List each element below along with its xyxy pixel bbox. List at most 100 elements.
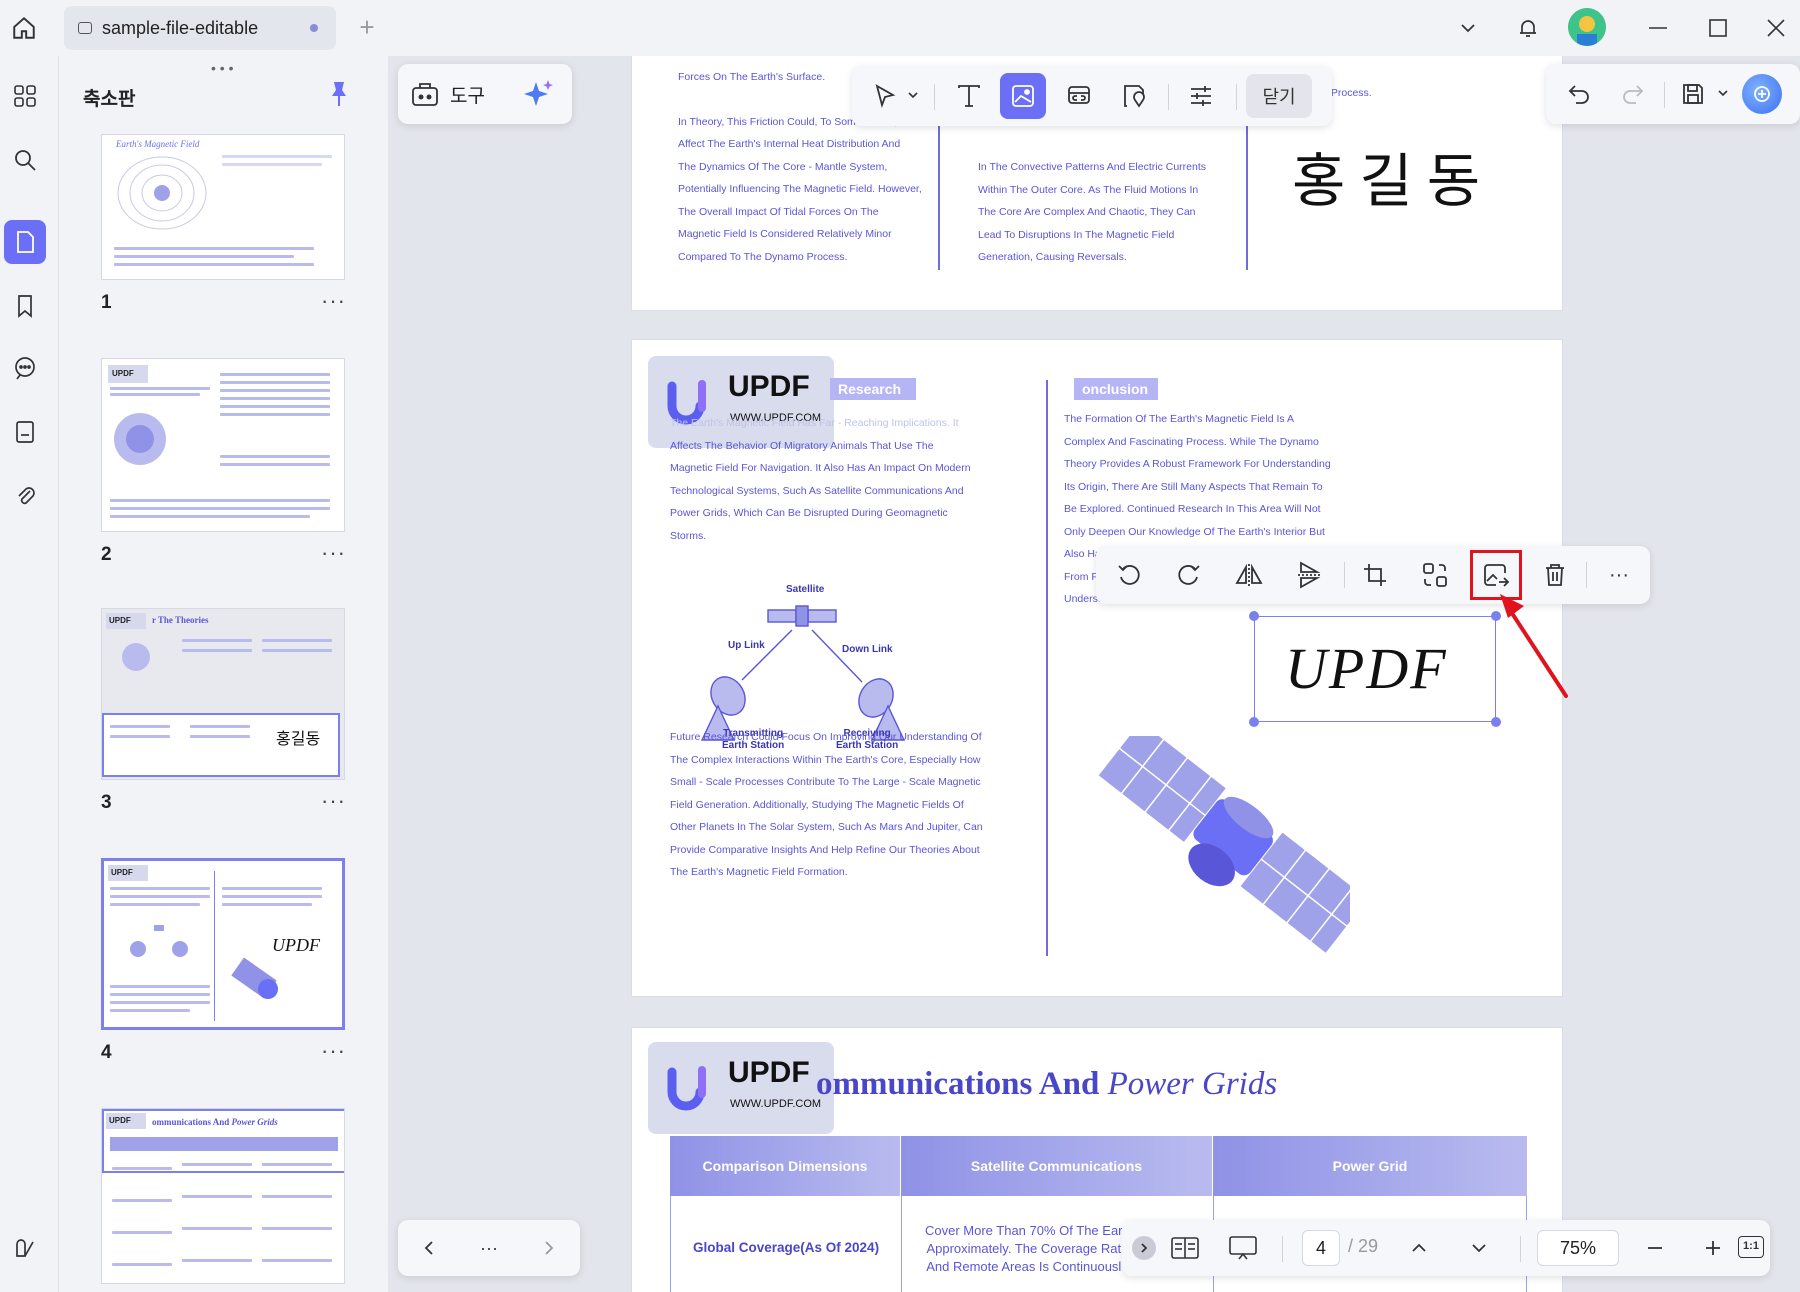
layers-icon[interactable] — [4, 1226, 46, 1270]
satellite-illustration — [1095, 736, 1350, 956]
bookmark-icon[interactable] — [4, 284, 46, 328]
extract-image-icon — [1484, 564, 1510, 587]
chevron-down-icon[interactable] — [906, 88, 920, 107]
thumbnail-more-button[interactable]: ··· — [321, 788, 346, 814]
flip-horizontal-icon[interactable] — [1226, 552, 1272, 598]
more-pages-icon[interactable]: ··· — [466, 1225, 512, 1271]
document-area: Forces On The Earth's Surface. In Theory… — [390, 56, 1800, 1292]
thumbnail-number: 2 — [101, 544, 112, 565]
text-tool-icon[interactable] — [946, 73, 992, 119]
table-cell-text: Cover More Than 70% Of The Ear Approxima… — [925, 1223, 1123, 1274]
settings-sliders-icon[interactable] — [1178, 73, 1224, 119]
bottom-status-bar: 4 / 29 75% 1:1 — [1122, 1220, 1770, 1276]
resize-handle-icon[interactable]: • • • — [211, 60, 233, 76]
page-thumbnail-2[interactable]: UPDF — [101, 358, 345, 532]
page-nav-bar: ··· — [398, 1220, 580, 1276]
chevron-down-icon[interactable] — [1452, 12, 1484, 44]
handwritten-signature-korean: 홍길동 — [1292, 147, 1495, 215]
resize-handle[interactable] — [1249, 717, 1259, 727]
page-layout-icon[interactable] — [1162, 1225, 1208, 1271]
zoom-level[interactable]: 75% — [1537, 1230, 1619, 1266]
updf-logo: UPDF WWW.UPDF.COM — [648, 1042, 834, 1134]
select-pointer-icon[interactable] — [862, 73, 908, 119]
attachment-icon[interactable] — [4, 474, 46, 518]
search-icon[interactable] — [4, 138, 46, 182]
current-page-input[interactable]: 4 — [1302, 1230, 1340, 1266]
page4-left-para2: Future Research Could Focus On Improving… — [670, 731, 983, 878]
link-tool-icon[interactable] — [1056, 73, 1102, 119]
resize-handle[interactable] — [1491, 717, 1501, 727]
thumbnail-panel: • • • 축소판 Earth's Magnetic Field 1 ··· U… — [58, 56, 388, 1292]
page-thumbnail-3[interactable]: UPDF r The Theories 홍길동 — [101, 608, 345, 780]
home-icon[interactable] — [6, 10, 42, 46]
page-thumbnail-4[interactable]: UPDF UPDF — [101, 858, 345, 1030]
diagram-label-uplink: Up Link — [728, 640, 765, 651]
replace-image-icon[interactable] — [1412, 552, 1458, 598]
ai-assistant-icon[interactable] — [1742, 74, 1782, 114]
resize-handle[interactable] — [1249, 611, 1259, 621]
chevron-down-icon[interactable] — [1716, 86, 1730, 105]
prev-page-icon[interactable] — [406, 1225, 452, 1271]
total-pages: / 29 — [1348, 1236, 1379, 1256]
new-tab-button[interactable]: + — [352, 10, 382, 44]
thumbnail-number: 4 — [101, 1042, 112, 1063]
selected-signature-image[interactable]: UPDF — [1249, 611, 1501, 727]
crop-icon[interactable] — [1352, 552, 1398, 598]
next-page-icon[interactable] — [526, 1225, 572, 1271]
pin-icon[interactable] — [327, 80, 351, 113]
section-heading: ommunications And Power Grids — [816, 1066, 1278, 1102]
next-page-down-icon[interactable] — [1456, 1225, 1502, 1271]
previous-page-up-icon[interactable] — [1396, 1225, 1442, 1271]
unsaved-dot-icon — [310, 24, 318, 32]
table-cell-label: Global Coverage(As Of 2024) — [693, 1240, 880, 1255]
comment-icon[interactable] — [4, 346, 46, 390]
page3-col2: In The Convective Patterns And Electric … — [978, 161, 1206, 263]
rotate-left-icon[interactable] — [1106, 552, 1152, 598]
maximize-icon[interactable] — [1700, 10, 1736, 46]
redo-icon[interactable] — [1610, 71, 1656, 117]
close-icon[interactable] — [1758, 10, 1794, 46]
form-icon[interactable] — [4, 410, 46, 454]
save-icon[interactable] — [1670, 71, 1716, 117]
table-header-cell: Satellite Communications — [901, 1136, 1212, 1196]
pdf-page-4: UPDF WWW.UPDF.COM Research The Earth's M… — [632, 340, 1562, 996]
zoom-in-icon[interactable] — [1690, 1225, 1736, 1271]
thumbnail-number: 3 — [101, 792, 112, 813]
undo-icon[interactable] — [1556, 71, 1602, 117]
tools-label: 도구 — [450, 85, 485, 107]
image-tool-icon[interactable] — [1000, 73, 1046, 119]
conclusion-heading: onclusion — [1074, 378, 1158, 400]
document-tab[interactable]: sample-file-editable — [64, 6, 336, 50]
avatar[interactable] — [1568, 8, 1606, 46]
actual-size-button[interactable]: 1:1 — [1738, 1236, 1764, 1258]
history-toolbar — [1546, 64, 1800, 124]
thumbnail-more-button[interactable]: ··· — [321, 1038, 346, 1064]
ai-sparkle-icon[interactable] — [522, 78, 554, 115]
bell-icon[interactable] — [1510, 10, 1546, 46]
minimize-icon[interactable] — [1640, 10, 1676, 46]
more-options-icon[interactable]: ··· — [1596, 552, 1642, 598]
flip-vertical-icon[interactable] — [1286, 552, 1332, 598]
diagram-label-satellite: Satellite — [786, 584, 825, 595]
page-thumbnail-1[interactable]: Earth's Magnetic Field — [101, 134, 345, 280]
expand-bar-icon[interactable] — [1132, 1236, 1156, 1260]
tools-button[interactable]: 도구 — [410, 74, 485, 114]
edit-toolbar: 닫기 — [852, 66, 1332, 126]
column-divider — [1046, 380, 1048, 956]
title-bar: sample-file-editable + — [0, 0, 1800, 56]
toolbox-icon — [412, 83, 438, 106]
thumbnail-more-button[interactable]: ··· — [321, 540, 346, 566]
panel-title: 축소판 — [83, 89, 136, 110]
presentation-icon[interactable] — [1220, 1225, 1266, 1271]
thumbnails-icon[interactable] — [4, 220, 46, 264]
diagram-label-downlink: Down Link — [842, 644, 893, 655]
rotate-right-icon[interactable] — [1166, 552, 1212, 598]
stamp-location-icon[interactable] — [1112, 73, 1158, 119]
page-thumbnail-5[interactable]: UPDF ommunications And Power Grids — [101, 1108, 345, 1284]
table-header-cell: Comparison Dimensions — [670, 1136, 900, 1196]
thumbnail-more-button[interactable]: ··· — [321, 288, 346, 314]
zoom-out-icon[interactable] — [1632, 1225, 1678, 1271]
apps-grid-icon[interactable] — [4, 74, 46, 118]
tools-panel: 도구 — [398, 64, 572, 124]
close-edit-button[interactable]: 닫기 — [1246, 74, 1312, 118]
